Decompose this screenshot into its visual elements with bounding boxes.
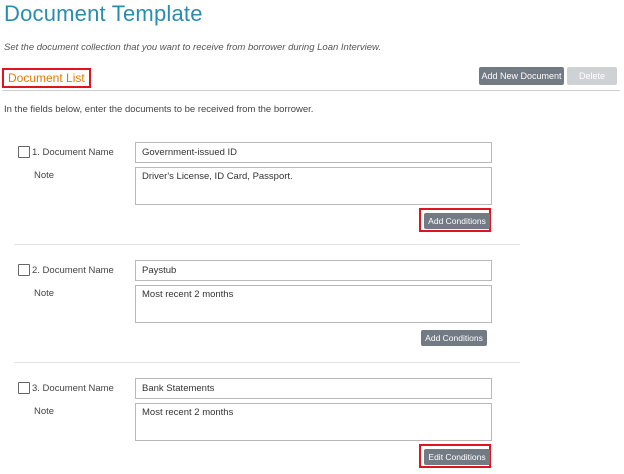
document-checkbox[interactable] bbox=[18, 264, 30, 276]
document-name-label: 3. Document Name bbox=[32, 383, 114, 394]
document-divider bbox=[14, 362, 520, 363]
add-conditions-button[interactable]: Add Conditions bbox=[421, 330, 487, 346]
document-checkbox[interactable] bbox=[18, 146, 30, 158]
conditions-highlight: Edit Conditions bbox=[419, 444, 491, 468]
delete-button[interactable]: Delete bbox=[567, 67, 617, 85]
note-label: Note bbox=[34, 406, 55, 417]
header-divider bbox=[2, 90, 620, 91]
instruction-text: In the fields below, enter the documents… bbox=[4, 104, 314, 115]
edit-conditions-button[interactable]: Edit Conditions bbox=[424, 449, 490, 465]
note-textarea[interactable]: Most recent 2 months bbox=[135, 403, 492, 441]
document-name-label: 2. Document Name bbox=[32, 265, 114, 276]
add-new-document-button[interactable]: Add New Document bbox=[479, 67, 564, 85]
note-textarea[interactable]: Most recent 2 months bbox=[135, 285, 492, 323]
note-label: Note bbox=[34, 170, 55, 181]
conditions-highlight: Add Conditions bbox=[419, 208, 491, 232]
document-name-label: 1. Document Name bbox=[32, 147, 114, 158]
note-textarea[interactable]: Driver's License, ID Card, Passport. bbox=[135, 167, 492, 205]
page-subtitle: Set the document collection that you wan… bbox=[4, 42, 382, 53]
conditions-wrap: Add Conditions bbox=[419, 328, 491, 352]
document-name-input[interactable]: Government-issued ID bbox=[135, 142, 492, 163]
document-divider bbox=[14, 244, 520, 245]
add-conditions-button[interactable]: Add Conditions bbox=[424, 213, 490, 229]
document-checkbox[interactable] bbox=[18, 382, 30, 394]
document-name-input[interactable]: Bank Statements bbox=[135, 378, 492, 399]
document-name-input[interactable]: Paystub bbox=[135, 260, 492, 281]
document-list-heading: Document List bbox=[2, 68, 91, 88]
page-title: Document Template bbox=[4, 1, 203, 26]
note-label: Note bbox=[34, 288, 55, 299]
